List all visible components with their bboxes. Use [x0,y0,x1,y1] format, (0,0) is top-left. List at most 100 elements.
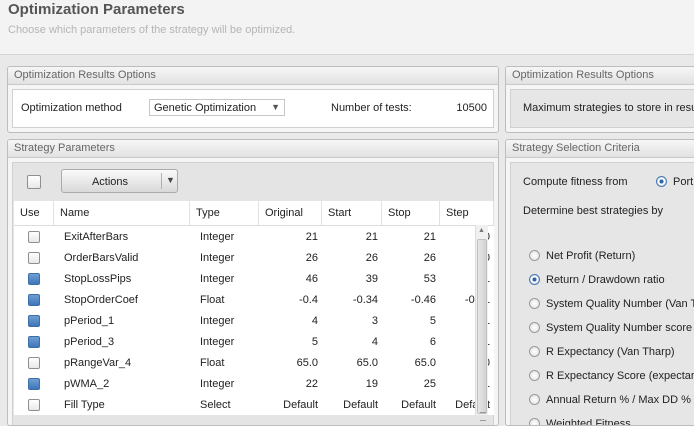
start-cell[interactable]: 65.0 [322,352,382,373]
use-checkbox[interactable] [28,356,40,369]
criteria-label[interactable]: Net Profit (Return) [546,250,635,262]
name-cell[interactable]: OrderBarsValid [54,247,190,268]
name-cell[interactable]: Fill Type [54,394,190,415]
type-cell[interactable]: Float [190,289,259,310]
table-row[interactable]: pPeriod_1Integer4351 [14,310,494,331]
original-cell[interactable]: 4 [259,310,322,331]
criteria-label[interactable]: Weighted Fitness [546,418,631,425]
table-row[interactable]: Fill Type Select Default Default Default Defa… [14,394,494,415]
select-all-checkbox[interactable] [27,175,41,189]
stop-cell[interactable]: Default [382,394,440,415]
stop-cell[interactable]: 21 [382,226,440,247]
criteria-label[interactable]: R Expectancy Score (expectar [546,370,694,382]
name-cell[interactable]: StopLossPips [54,268,190,289]
criteria-radio[interactable] [529,418,540,425]
criteria-radio[interactable] [529,394,540,405]
number-of-tests-label: Number of tests: [331,102,412,114]
chevron-down-icon[interactable]: ▼ [166,175,175,185]
use-checkbox[interactable] [28,251,40,264]
criteria-label[interactable]: System Quality Number score [546,322,692,334]
type-cell[interactable]: Integer [190,226,259,247]
use-checkbox[interactable] [28,272,40,285]
original-cell[interactable]: 65.0 [259,352,322,373]
column-header-stop[interactable]: Stop [382,201,440,225]
stop-cell[interactable]: 5 [382,310,440,331]
stop-cell[interactable]: 53 [382,268,440,289]
table-row[interactable]: ExitAfterBarsInteger2121210 [14,226,494,247]
type-cell[interactable]: Integer [190,310,259,331]
actions-button[interactable]: Actions ▼ [61,169,178,193]
use-checkbox[interactable] [28,314,40,327]
start-cell[interactable]: 19 [322,373,382,394]
column-header-use[interactable]: Use [14,201,54,225]
type-cell[interactable]: Float [190,352,259,373]
criteria-radio[interactable] [529,370,540,381]
criteria-label[interactable]: Annual Return % / Max DD % [546,394,691,406]
type-cell[interactable]: Integer [190,373,259,394]
use-checkbox[interactable] [28,230,40,243]
table-scrollbar[interactable]: ▲ [475,225,488,421]
name-cell[interactable]: ExitAfterBars [54,226,190,247]
name-cell[interactable]: pWMA_2 [54,373,190,394]
start-cell[interactable]: -0.34 [322,289,382,310]
column-header-original[interactable]: Original [259,201,322,225]
criteria-label[interactable]: R Expectancy (Van Tharp) [546,346,675,358]
start-cell[interactable]: 4 [322,331,382,352]
column-header-type[interactable]: Type [190,201,259,225]
criteria-label[interactable]: System Quality Number (Van T [546,298,694,310]
name-cell[interactable]: pPeriod_1 [54,310,190,331]
table-row[interactable]: StopOrderCoefFloat-0.4-0.34-0.46-0.01 [14,289,494,310]
table-row[interactable]: pRangeVar_4Float65.065.065.00.0 [14,352,494,373]
type-cell[interactable]: Integer [190,247,259,268]
original-cell[interactable]: -0.4 [259,289,322,310]
table-row[interactable]: StopLossPipsInteger4639531 [14,268,494,289]
start-cell[interactable]: 21 [322,226,382,247]
stop-cell[interactable]: 6 [382,331,440,352]
stop-cell[interactable]: 65.0 [382,352,440,373]
column-header-name[interactable]: Name [54,201,190,225]
compute-from-portfolio-label: Port [673,176,694,188]
scroll-up-arrow-icon[interactable]: ▲ [478,227,485,234]
original-cell[interactable]: 46 [259,268,322,289]
compute-from-portfolio-radio[interactable] [656,176,667,187]
scrollbar-thumb[interactable] [477,239,487,421]
name-cell[interactable]: pPeriod_3 [54,331,190,352]
original-cell[interactable]: 26 [259,247,322,268]
criteria-radio[interactable] [529,322,540,333]
column-header-step[interactable]: Step [440,201,494,225]
stop-cell[interactable]: 25 [382,373,440,394]
use-checkbox[interactable] [28,335,40,348]
original-cell[interactable]: 22 [259,373,322,394]
name-cell[interactable]: StopOrderCoef [54,289,190,310]
max-strategies-label: Maximum strategies to store in resu [523,102,694,114]
start-cell[interactable]: 39 [322,268,382,289]
table-row[interactable]: OrderBarsValidInteger2626260 [14,247,494,268]
criteria-radio[interactable] [529,298,540,309]
criteria-radio[interactable] [529,250,540,261]
original-cell[interactable]: 5 [259,331,322,352]
table-row[interactable]: pPeriod_3Integer5461 [14,331,494,352]
name-cell[interactable]: pRangeVar_4 [54,352,190,373]
use-checkbox[interactable] [28,293,40,306]
criteria-radio[interactable] [529,274,540,285]
type-cell[interactable]: Integer [190,331,259,352]
column-header-start[interactable]: Start [322,201,382,225]
use-checkbox[interactable] [28,398,40,411]
use-cell [14,289,54,310]
table-row[interactable]: pWMA_2Integer2219251 [14,373,494,394]
optimization-results-panel: Optimization Results Options Optimizatio… [7,66,499,133]
optimization-method-select[interactable]: Genetic Optimization ▼ [149,99,285,116]
criteria-radio[interactable] [529,346,540,357]
start-cell[interactable]: 26 [322,247,382,268]
table-header: Use Name Type Original Start Stop Step [14,201,494,226]
criteria-label[interactable]: Return / Drawdown ratio [546,274,665,286]
original-cell[interactable]: Default [259,394,322,415]
type-cell[interactable]: Select [190,394,259,415]
stop-cell[interactable]: -0.46 [382,289,440,310]
stop-cell[interactable]: 26 [382,247,440,268]
start-cell[interactable]: 3 [322,310,382,331]
use-checkbox[interactable] [28,377,40,390]
original-cell[interactable]: 21 [259,226,322,247]
type-cell[interactable]: Integer [190,268,259,289]
start-cell[interactable]: Default [322,394,382,415]
